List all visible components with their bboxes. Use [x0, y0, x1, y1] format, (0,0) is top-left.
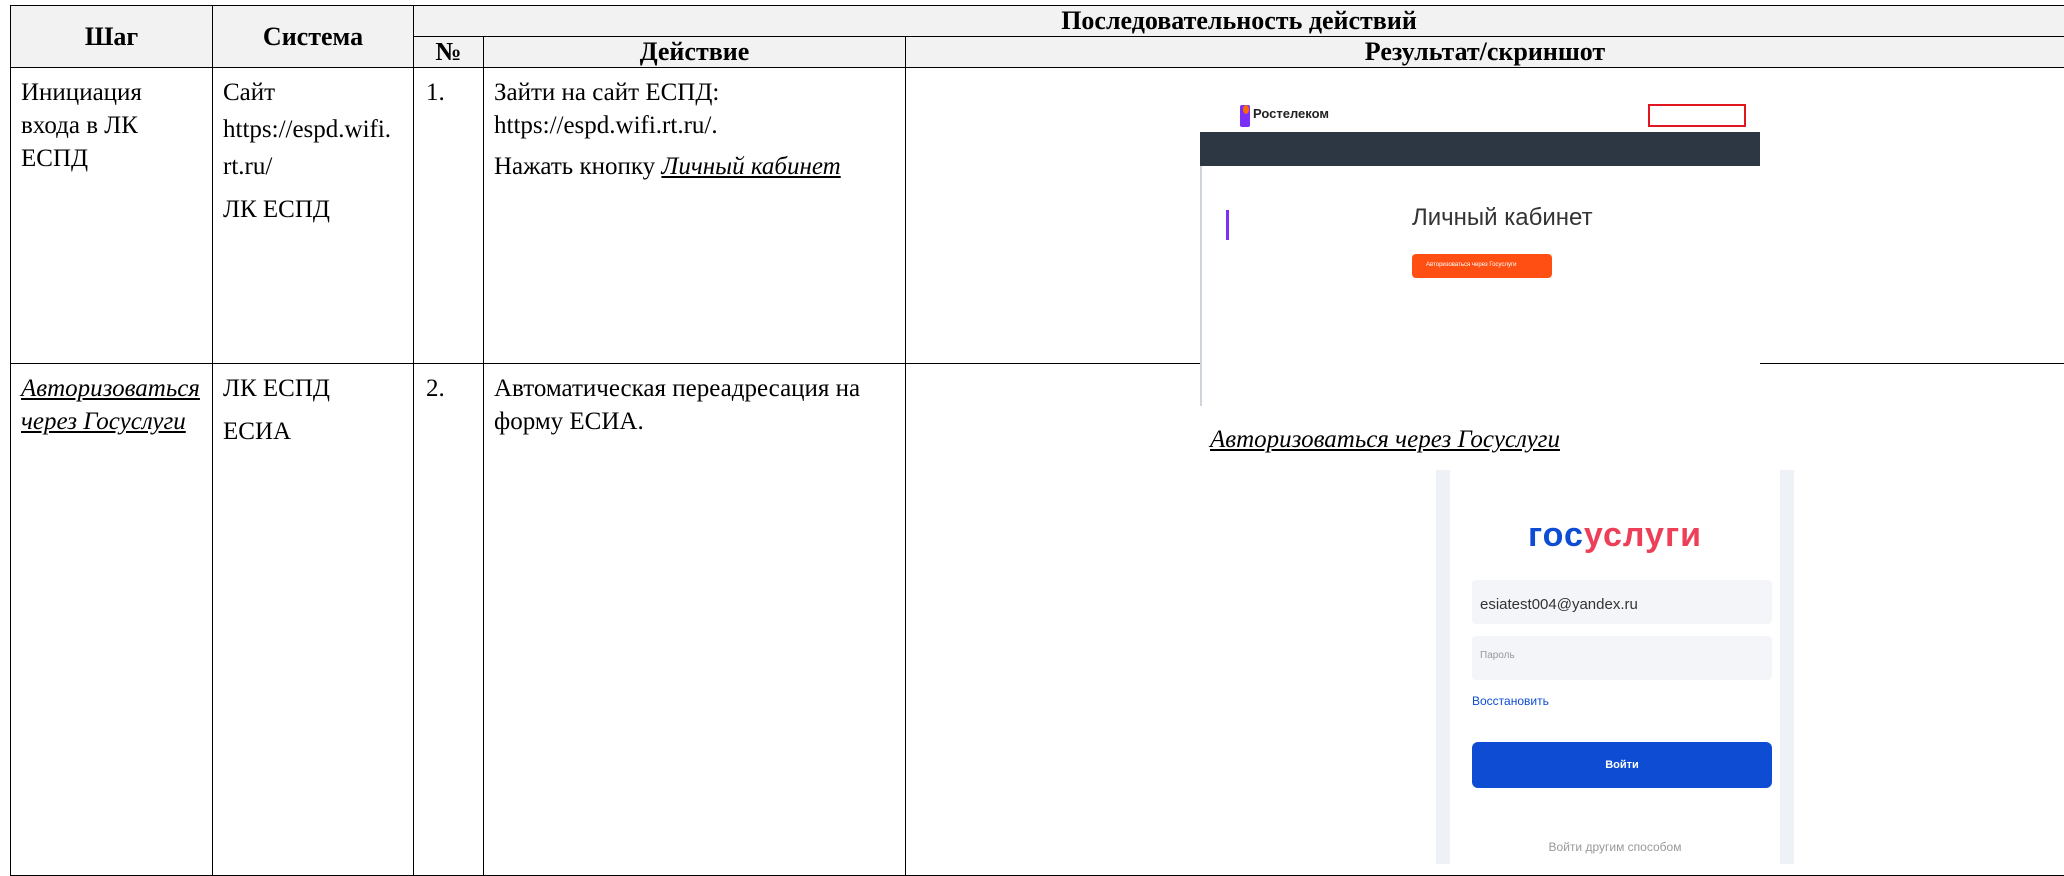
header-step: Шаг: [11, 6, 213, 68]
gosuslugi-link[interactable]: Авторизоваться через Госуслуги: [21, 375, 200, 435]
cabinet-title: Личный кабинет: [1412, 204, 1593, 232]
restore-link[interactable]: Восстановить: [1472, 694, 1549, 708]
step-number: 1.: [414, 68, 483, 109]
divider: [1200, 166, 1202, 406]
gosuslugi-logo: госуслуги: [1450, 516, 1780, 555]
site-nav: [1200, 132, 1760, 166]
header-num: №: [414, 37, 484, 68]
action-cell: Автоматическая переадресация на форму ЕС…: [484, 364, 905, 438]
other-login-link[interactable]: Войти другим способом: [1450, 840, 1780, 854]
highlight-box: [1648, 104, 1746, 127]
header-sequence: Последовательность действий: [414, 6, 2064, 37]
sidebar-accent: [1226, 210, 1229, 240]
rostelecom-logo: Ростелеком: [1253, 106, 1329, 121]
step-cell: Инициация входа в ЛК ЕСПД: [11, 68, 212, 175]
password-field[interactable]: Пароль: [1472, 636, 1772, 680]
gosuslugi-auth-button[interactable]: Авторизоваться через Госуслуги: [1412, 254, 1552, 278]
gosuslugi-screenshot: госуслуги esiatest004@yandex.ru Пароль В…: [1436, 470, 1794, 864]
step-number: 2.: [414, 364, 483, 405]
header-action: Действие: [484, 37, 906, 68]
rostelecom-screenshot: Ростелеком Личный кабинет Авторизоваться…: [1200, 100, 1760, 406]
lk-link[interactable]: Личный кабинет: [661, 153, 840, 180]
header-system: Система: [213, 6, 414, 68]
action-cell: Зайти на сайт ЕСПД: https://espd.wifi.rt…: [484, 68, 905, 183]
system-cell: Сайт https://espd.wifi. rt.ru/ ЛК ЕСПД: [213, 68, 413, 226]
rostelecom-logo-icon: [1240, 105, 1250, 127]
login-field[interactable]: esiatest004@yandex.ru: [1472, 580, 1772, 624]
login-button[interactable]: Войти: [1472, 742, 1772, 788]
system-cell: ЛК ЕСПД ЕСИА: [213, 364, 413, 448]
header-result: Результат/скриншот: [906, 37, 2064, 68]
screenshot-caption[interactable]: Авторизоваться через Госуслуги: [1210, 426, 1560, 454]
